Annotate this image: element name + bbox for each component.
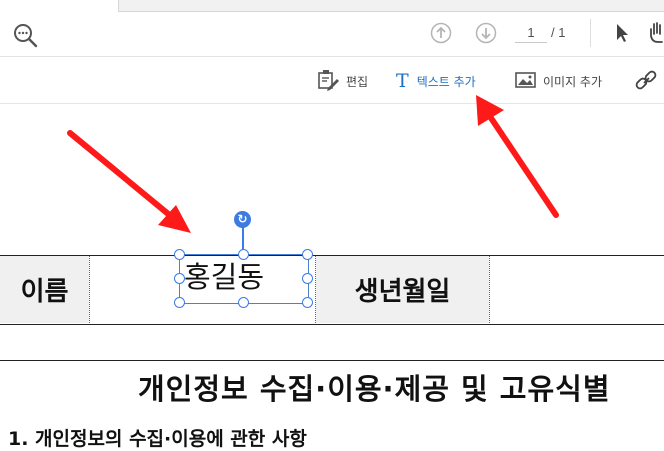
zoom-icon[interactable] xyxy=(12,22,38,52)
document-title: 개인정보 수집·이용·제공 및 고유식별 xyxy=(138,372,611,406)
resize-handle-bottom-right[interactable] xyxy=(302,297,313,308)
toolbar-divider xyxy=(590,19,591,47)
add-text-label: 텍스트 추가 xyxy=(416,74,476,89)
page-down-icon[interactable] xyxy=(475,22,497,48)
image-icon xyxy=(515,71,537,92)
add-text-button[interactable]: T 텍스트 추가 xyxy=(396,70,476,92)
cell-divider xyxy=(489,256,490,323)
rotate-handle-icon[interactable]: ↻ xyxy=(234,211,251,228)
resize-handle-top[interactable] xyxy=(238,249,249,260)
edit-pdf-icon xyxy=(316,69,340,94)
select-cursor-icon[interactable] xyxy=(614,22,630,48)
link-icon[interactable] xyxy=(634,70,658,96)
text-t-icon: T xyxy=(396,70,409,92)
edit-label: 편집 xyxy=(346,74,369,89)
resize-handle-bottom[interactable] xyxy=(238,297,249,308)
resize-handle-bottom-left[interactable] xyxy=(174,297,185,308)
tab-area xyxy=(118,0,664,12)
section-rule xyxy=(0,360,664,361)
resize-handle-right[interactable] xyxy=(302,273,313,284)
birth-label-cell: 생년월일 xyxy=(316,256,489,323)
page-total: / 1 xyxy=(551,25,566,40)
name-text-value[interactable]: 홍길동 xyxy=(184,254,264,296)
top-tab-strip xyxy=(0,0,664,12)
hand-tool-icon[interactable] xyxy=(648,20,664,50)
edit-button[interactable]: 편집 xyxy=(316,69,369,94)
resize-handle-top-left[interactable] xyxy=(174,249,185,260)
cell-divider xyxy=(89,256,90,323)
page-up-icon[interactable] xyxy=(430,22,452,48)
name-label-cell: 이름 xyxy=(0,256,89,323)
add-image-label: 이미지 추가 xyxy=(543,74,603,89)
cell-divider xyxy=(315,256,316,323)
page-number-input[interactable]: 1 xyxy=(515,24,547,43)
resize-handle-left[interactable] xyxy=(174,273,185,284)
resize-handle-top-right[interactable] xyxy=(302,249,313,260)
section-heading: 1. 개인정보의 수집·이용에 관한 사항 xyxy=(8,428,307,450)
add-image-button[interactable]: 이미지 추가 xyxy=(515,71,602,91)
